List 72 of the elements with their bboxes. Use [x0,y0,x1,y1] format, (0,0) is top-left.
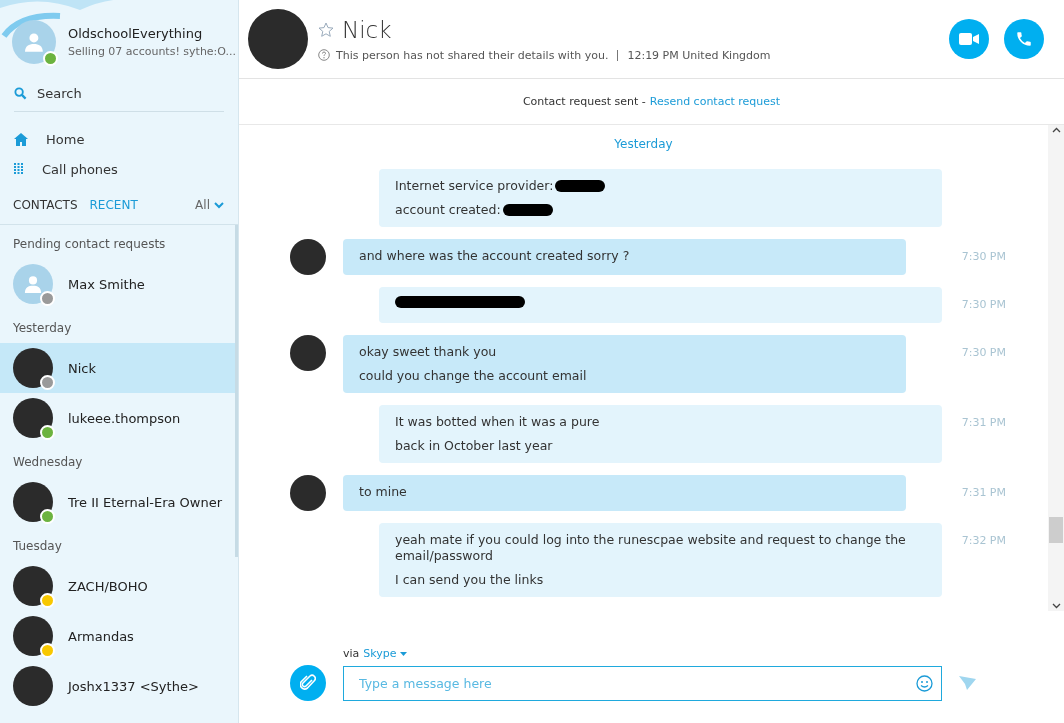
call-button[interactable] [1004,19,1044,59]
search-button[interactable]: Search [14,78,224,112]
photo-placeholder [290,335,326,371]
message-text: yeah mate if you could log into the runescpae website and request to change the email/password [395,532,907,564]
contact-item[interactable]: Max Smithe [0,259,236,309]
message-input[interactable]: Type a message here [343,665,942,701]
request-status: Contact request sent - [522,95,646,108]
message-time: 7:31 PM [960,415,1006,429]
message-text: back in October last year [395,438,553,454]
photo-placeholder [13,616,53,656]
phone-icon [1015,30,1033,48]
via-label: via [343,647,360,660]
contact-item[interactable]: Joshx1337 <Sythe> [0,661,236,711]
local-time: 12:19 PM United Kingdom [627,48,771,62]
message-text: It was botted when it was a pure [395,414,600,430]
contact-item[interactable]: Armandas [0,611,236,661]
message-text: account created: [395,202,501,218]
message-time: 7:32 PM [960,533,1006,547]
star-icon[interactable] [318,22,334,37]
message-text: I can send you the links [395,572,544,588]
chevron-down-icon [214,201,224,209]
photo-placeholder [13,566,53,606]
mood-message: Selling 07 accounts! sythe:O... [68,45,237,58]
contact-item[interactable]: ZACH/BOHO [0,561,236,611]
home-icon [14,132,28,146]
chevron-up-icon [1051,127,1061,133]
video-camera-icon [959,33,979,45]
message-text: okay sweet thank you [359,344,497,360]
contact-item[interactable]: lukeee.thompson [0,393,236,443]
contact-name: Nick [342,16,392,43]
chevron-down-icon [1051,603,1061,609]
message-text: could you change the account email [359,368,587,384]
nav-item[interactable]: Home [0,124,238,154]
contact-details: This person has not shared their details with you. [336,48,609,62]
photo-placeholder [13,348,53,388]
message-text: Internet service provider: [395,178,554,194]
photo-placeholder [13,398,53,438]
message-time: 7:31 PM [960,485,1006,499]
tab[interactable]: CONTACTS [13,198,78,212]
profile-name: OldschoolEverything [68,26,204,41]
contact-item[interactable]: Nick [0,343,236,393]
section-header: Wednesday [12,454,84,471]
person-icon [24,32,44,52]
photo-placeholder [290,239,326,275]
photo-placeholder [13,482,53,522]
search-icon [14,87,27,100]
message-text: and where was the account created sorry ? [359,248,630,264]
video-call-button[interactable] [949,19,989,59]
dialpad-icon [14,163,24,175]
section-header: Pending contact requests [12,236,167,253]
photo-placeholder [290,475,326,511]
message-text: to mine [359,484,407,500]
paperclip-icon [300,674,316,692]
message-time: 7:30 PM [960,297,1006,311]
send-icon[interactable] [959,676,976,690]
day-divider: Yesterday [614,136,673,153]
message-time: 7:30 PM [960,345,1006,359]
message-time: 7:30 PM [960,249,1006,263]
filter-dropdown[interactable]: All [195,198,224,212]
scrollbar[interactable] [1048,125,1064,611]
section-header: Yesterday [12,320,73,337]
nav-item[interactable]: Call phones [0,154,238,184]
contact-item[interactable]: Tre II Eternal-Era Owner [0,477,236,527]
photo-placeholder [13,666,53,706]
photo-placeholder [248,9,308,69]
caret-icon [399,651,407,656]
section-header: Tuesday [12,538,63,555]
attach-button[interactable] [290,665,326,701]
smiley-icon[interactable] [916,674,933,692]
scrollbar-thumb[interactable] [1049,517,1063,543]
help-icon [318,49,330,61]
person-icon [24,275,42,293]
